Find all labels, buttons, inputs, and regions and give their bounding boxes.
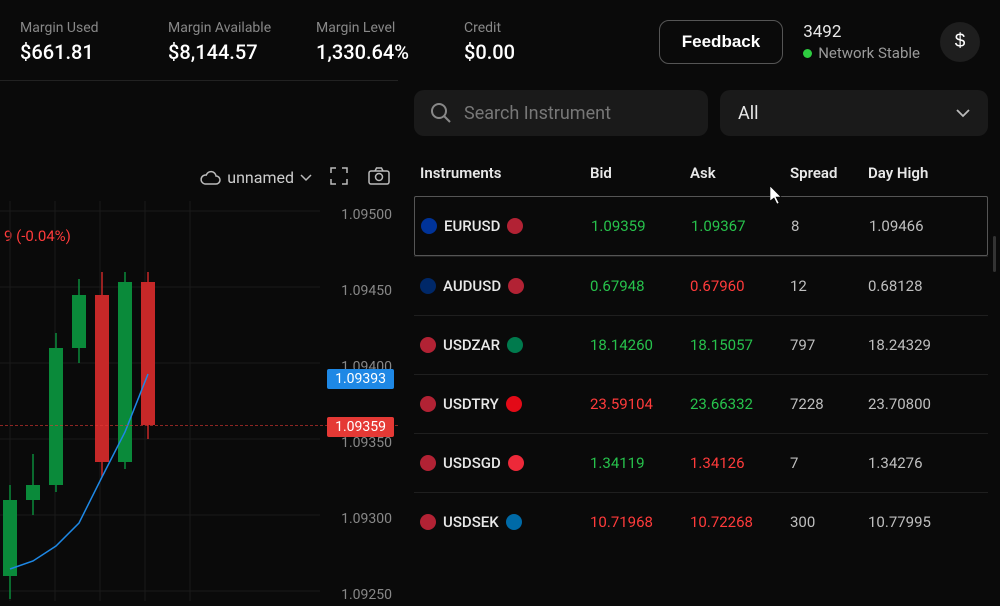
cloud-icon (199, 170, 221, 186)
col-bid[interactable]: Bid (590, 164, 690, 182)
price-tag-bid: 1.09359 (327, 417, 394, 437)
day-high-cell: 1.34276 (868, 454, 978, 472)
flag-icon (421, 218, 437, 234)
search-input[interactable]: Search Instrument (414, 90, 708, 136)
layout-dropdown[interactable]: unnamed (199, 168, 312, 187)
camera-icon (368, 167, 390, 185)
candle (26, 454, 40, 515)
day-high-cell: 10.77995 (868, 513, 978, 531)
candle (49, 333, 63, 492)
col-instruments[interactable]: Instruments (420, 164, 590, 182)
filter-dropdown[interactable]: All (720, 90, 988, 136)
instrument-name: USDZAR (420, 336, 590, 354)
chevron-down-icon (300, 174, 312, 182)
account-id: 3492 (803, 22, 920, 42)
metric-margin-used: Margin Used $661.81 (20, 20, 130, 64)
flag-icon (420, 455, 436, 471)
day-high-cell: 0.68128 (868, 277, 978, 295)
spread-cell: 300 (790, 513, 868, 531)
bid-cell: 0.67948 (590, 277, 690, 295)
instrument-name: AUDUSD (420, 277, 590, 295)
bid-cell: 23.59104 (590, 395, 690, 413)
bid-cell: 18.14260 (590, 336, 690, 354)
spread-cell: 12 (790, 277, 868, 295)
bid-cell: 1.09359 (591, 217, 691, 235)
expand-icon (330, 167, 348, 185)
feedback-button[interactable]: Feedback (659, 20, 783, 64)
flag-icon (507, 218, 523, 234)
chart-pane[interactable]: unnamed 9 (-0.04%) (0, 80, 398, 606)
instrument-name: USDSGD (420, 454, 590, 472)
instrument-row[interactable]: USDZAR18.1426018.1505779718.24329 (414, 315, 988, 374)
col-ask[interactable]: Ask (690, 164, 790, 182)
ask-cell: 10.72268 (690, 513, 790, 531)
search-placeholder: Search Instrument (464, 103, 611, 124)
ask-cell: 0.67960 (690, 277, 790, 295)
instrument-name: USDTRY (420, 395, 590, 413)
day-high-cell: 18.24329 (868, 336, 978, 354)
network-status: Network Stable (803, 44, 920, 62)
ask-cell: 1.34126 (690, 454, 790, 472)
candle (72, 279, 86, 363)
flag-icon (420, 396, 436, 412)
price-tag-current: 1.09393 (327, 369, 394, 389)
instruments-list[interactable]: EURUSD1.093591.0936781.09466AUDUSD0.6794… (414, 196, 988, 606)
search-icon (430, 102, 452, 124)
instrument-row[interactable]: USDTRY23.5910423.66332722823.70800 (414, 374, 988, 433)
instrument-name: USDSEK (420, 513, 590, 531)
flag-icon (420, 337, 436, 353)
metric-margin-available: Margin Available $8,144.57 (168, 20, 278, 64)
instrument-row[interactable]: AUDUSD0.679480.67960120.68128 (414, 256, 988, 315)
metric-credit: Credit $0.00 (464, 20, 574, 64)
axis-tick: 1.09250 (322, 587, 392, 603)
candle (3, 485, 17, 599)
chart-toolbar: unnamed (199, 165, 392, 190)
header-metrics-bar: Margin Used $661.81 Margin Available $8,… (0, 0, 1000, 74)
scrollbar[interactable] (993, 236, 996, 272)
axis-tick: 1.09350 (322, 435, 392, 451)
flag-icon (508, 455, 524, 471)
fullscreen-button[interactable] (328, 165, 350, 190)
flag-icon (506, 396, 522, 412)
flag-icon (420, 278, 436, 294)
ask-cell: 18.15057 (690, 336, 790, 354)
bid-cell: 10.71968 (590, 513, 690, 531)
ask-cell: 23.66332 (690, 395, 790, 413)
day-high-cell: 23.70800 (868, 395, 978, 413)
instrument-row[interactable]: USDSEK10.7196810.7226830010.77995 (414, 492, 988, 551)
flag-icon (508, 278, 524, 294)
candle (95, 272, 109, 477)
axis-tick: 1.09450 (322, 283, 392, 299)
chevron-down-icon (956, 109, 970, 118)
metric-margin-level: Margin Level 1,330.64% (316, 20, 426, 64)
instrument-row[interactable]: EURUSD1.093591.0936781.09466 (414, 196, 988, 256)
candle (141, 272, 155, 439)
instruments-panel: Search Instrument All Instruments Bid As… (398, 80, 1000, 606)
network-status-block: 3492 Network Stable (803, 22, 920, 62)
spread-cell: 7228 (790, 395, 868, 413)
col-spread[interactable]: Spread (790, 164, 868, 182)
bid-cell: 1.34119 (590, 454, 690, 472)
flag-icon (507, 337, 523, 353)
candle (118, 272, 132, 469)
flag-icon (420, 514, 436, 530)
axis-tick: 1.09300 (322, 511, 392, 527)
currency-button[interactable]: $ (940, 22, 980, 62)
instrument-row[interactable]: USDSGD1.341191.3412671.34276 (414, 433, 988, 492)
candlestick-chart[interactable] (0, 201, 320, 601)
spread-cell: 8 (791, 217, 869, 235)
spread-cell: 7 (790, 454, 868, 472)
flag-icon (506, 514, 522, 530)
spread-cell: 797 (790, 336, 868, 354)
instruments-table-header: Instruments Bid Ask Spread Day High (414, 154, 988, 196)
snapshot-button[interactable] (366, 165, 392, 190)
col-day-high[interactable]: Day High (868, 164, 978, 182)
price-axis[interactable]: 1.09500 1.09450 1.09400 1.09350 1.09300 … (322, 205, 392, 605)
instrument-name: EURUSD (421, 217, 591, 235)
ask-cell: 1.09367 (691, 217, 791, 235)
day-high-cell: 1.09466 (869, 217, 979, 235)
axis-tick: 1.09500 (322, 207, 392, 223)
status-dot-icon (803, 49, 812, 58)
